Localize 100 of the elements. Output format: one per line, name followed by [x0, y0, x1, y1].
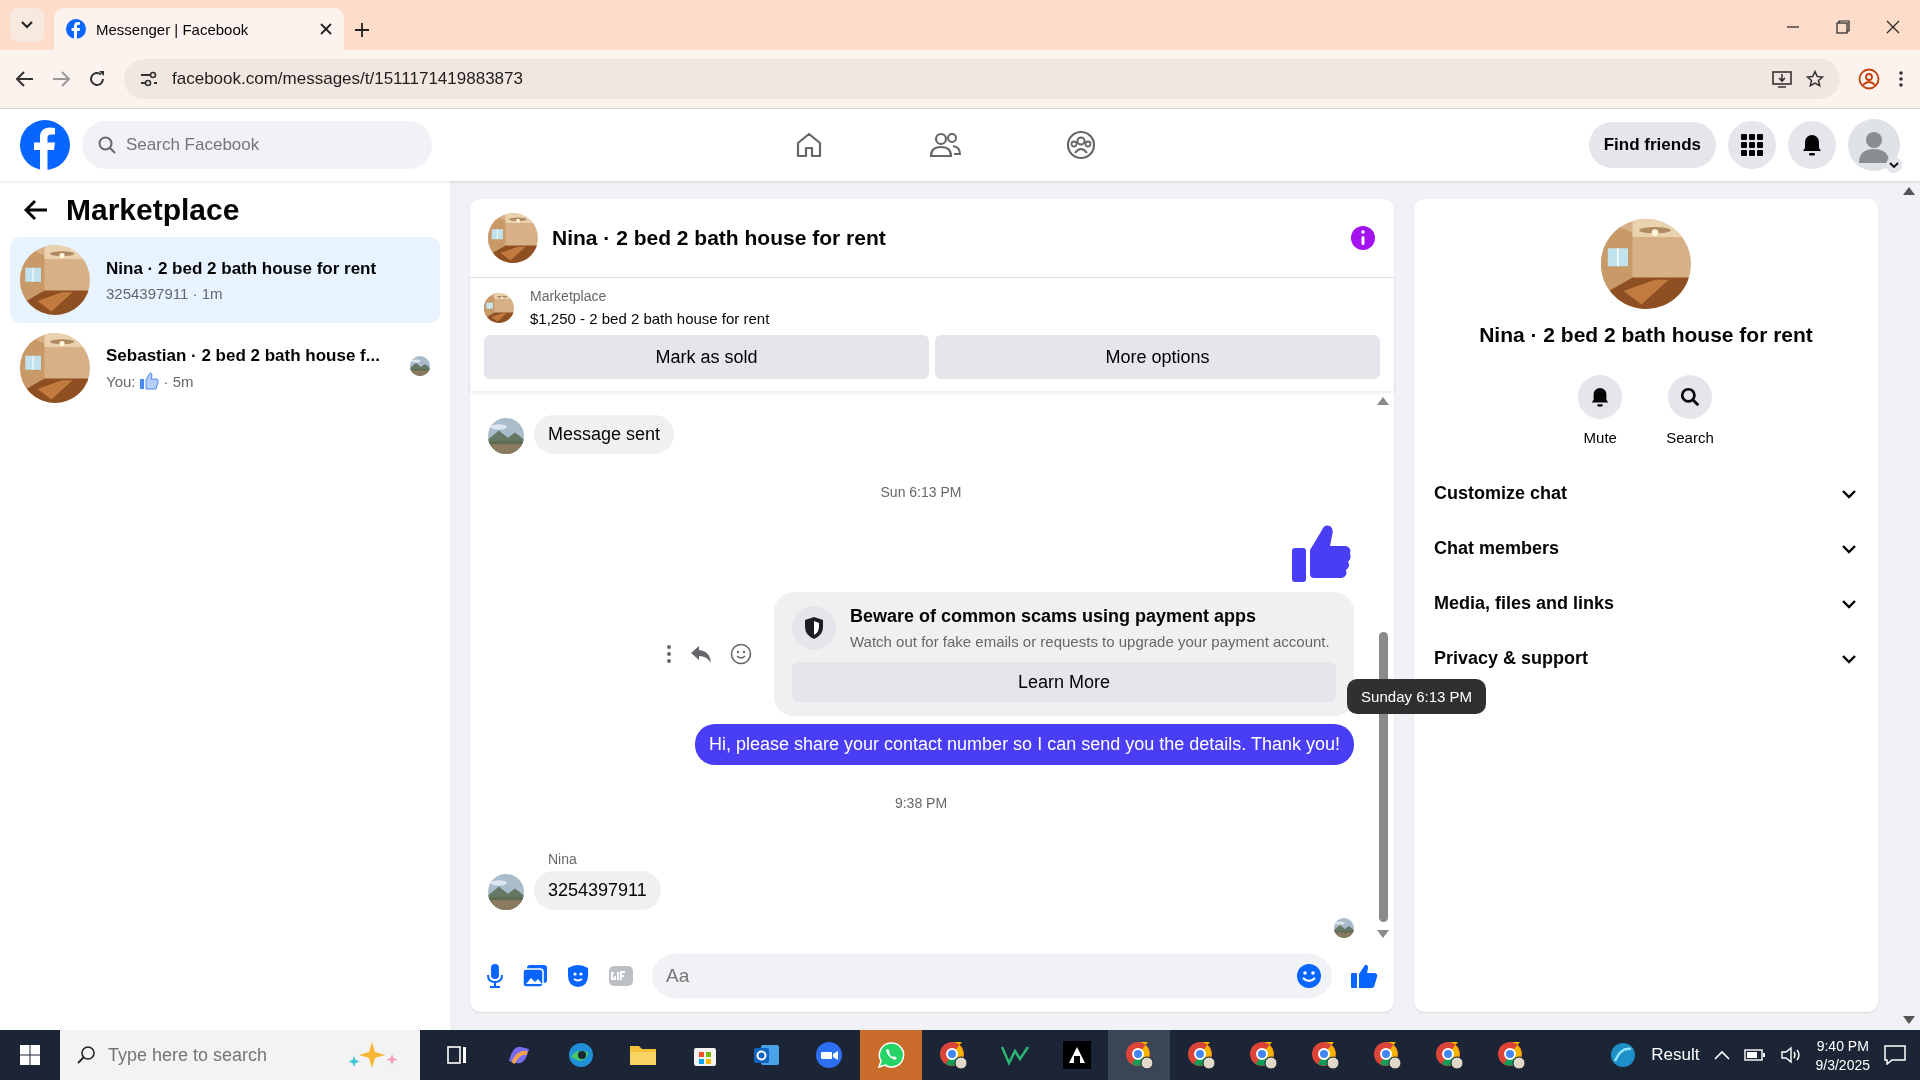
listing-label: Marketplace	[530, 288, 608, 304]
chevron-up-icon[interactable]	[1713, 1050, 1730, 1060]
scroll-down-icon[interactable]	[1903, 1016, 1915, 1024]
conversation-preview: 3254397911 · 1m	[106, 284, 223, 302]
address-bar[interactable]: facebook.com/messages/t/1511171419883873	[124, 59, 1840, 99]
notifications-button[interactable]	[1788, 121, 1836, 169]
weather-icon	[1609, 1041, 1638, 1069]
message-bubble: Hi, please share your contact number so I can send you the details. Thank you!	[694, 724, 1354, 765]
back-icon[interactable]	[24, 199, 48, 221]
browser-icon[interactable]	[1124, 1040, 1154, 1070]
profile-icon[interactable]	[1858, 68, 1880, 90]
notice-text: Watch out for fake emails or requests to upgrade your payment account.	[850, 633, 1330, 650]
chat-icon[interactable]	[876, 1040, 906, 1070]
task-view-icon[interactable]	[446, 1044, 468, 1066]
sticker-icon[interactable]	[566, 964, 590, 988]
notification-icon[interactable]	[1884, 1045, 1906, 1065]
listing-action-button[interactable]: More options	[935, 335, 1380, 379]
learn-more-button[interactable]: Learn More	[792, 662, 1336, 702]
listing-action-button[interactable]: Mark as sold	[484, 335, 929, 379]
conversation-item[interactable]: Nina · 2 bed 2 bath house for rent 3254397911 · 1m	[10, 237, 440, 323]
friends-icon[interactable]	[929, 130, 961, 160]
browser-icon[interactable]	[938, 1040, 968, 1070]
browser-icon[interactable]	[1186, 1040, 1216, 1070]
menu-icon[interactable]	[1898, 70, 1904, 88]
start-icon[interactable]	[20, 1045, 40, 1065]
conversation-preview: You:	[106, 372, 136, 390]
sender-name: Nina	[548, 851, 577, 867]
battery-icon[interactable]	[1743, 1049, 1766, 1061]
find-friends-button[interactable]: Find friends	[1588, 122, 1716, 168]
bell-icon	[1801, 133, 1823, 157]
sidebar-title: Marketplace	[66, 193, 240, 227]
reload-icon[interactable]	[88, 70, 106, 88]
video-icon[interactable]	[815, 1041, 843, 1069]
browser-icon[interactable]	[1496, 1040, 1526, 1070]
shield-icon	[792, 606, 836, 650]
close-icon[interactable]	[320, 23, 332, 35]
mail-icon[interactable]	[753, 1042, 781, 1068]
star-icon[interactable]	[1806, 70, 1824, 88]
message-bubble: Message sent	[534, 415, 675, 454]
reply-icon[interactable]	[690, 644, 712, 664]
message-field[interactable]: Aa	[652, 954, 1332, 998]
emoji-icon[interactable]	[730, 643, 752, 665]
taskbar-search-field[interactable]: Type here to search	[60, 1030, 420, 1080]
facebook-logo-icon[interactable]	[20, 120, 70, 170]
emoji-icon[interactable]	[1296, 963, 1322, 989]
section-header[interactable]: Chat members	[1434, 521, 1858, 576]
weather-label[interactable]: Result	[1651, 1045, 1700, 1065]
search-icon	[76, 1045, 96, 1065]
clock-time[interactable]: 9:40 PM	[1816, 1037, 1869, 1054]
bell-icon	[1590, 386, 1611, 408]
conversation-name: Nina · 2 bed 2 bath house for rent	[106, 258, 378, 279]
browser-icon[interactable]	[1434, 1040, 1464, 1070]
thumbs-up-icon[interactable]	[1350, 963, 1378, 989]
forward-icon[interactable]	[52, 70, 70, 88]
conversation-title: Nina · 2 bed 2 bath house for rent	[1479, 323, 1813, 347]
section-header[interactable]: Media, files and links	[1434, 576, 1858, 631]
search-field[interactable]: Search Facebook	[82, 121, 432, 169]
section-header[interactable]: Customize chat	[1434, 466, 1858, 521]
folder-icon[interactable]	[629, 1043, 657, 1067]
notice-title: Beware of common scams using payment apps	[850, 606, 1258, 627]
conversation-item[interactable]: Sebastian · 2 bed 2 bath house f... You: · 5m	[10, 325, 440, 411]
browser-icon[interactable]	[567, 1041, 595, 1069]
search-icon	[1680, 387, 1700, 407]
more-icon[interactable]	[666, 644, 672, 664]
conversation-name: Sebastian · 2 bed 2 bath house f...	[106, 346, 381, 366]
conversation-preview: · 5m	[163, 372, 194, 390]
groups-icon[interactable]	[1066, 130, 1096, 160]
message-bubble: 3254397911	[534, 871, 661, 910]
scroll-up-icon[interactable]	[1903, 187, 1915, 195]
clock-date[interactable]: 9/3/2025	[1815, 1056, 1870, 1073]
browser-icon[interactable]	[1310, 1040, 1340, 1070]
image-icon[interactable]	[522, 964, 548, 988]
new-tab-icon[interactable]	[354, 22, 370, 38]
install-icon[interactable]	[1772, 70, 1792, 88]
back-icon[interactable]	[16, 70, 34, 88]
scroll-down-icon[interactable]	[1377, 930, 1389, 938]
browser-tab[interactable]: Messenger | Facebook	[54, 8, 344, 50]
microphone-icon[interactable]	[486, 963, 504, 989]
tab-list-button[interactable]	[10, 8, 44, 42]
site-settings-icon[interactable]	[140, 71, 158, 87]
account-button[interactable]	[1848, 119, 1900, 171]
timestamp-tooltip: Sunday 6:13 PM	[1347, 679, 1486, 714]
volume-icon[interactable]	[1779, 1046, 1802, 1064]
close-icon[interactable]	[1886, 20, 1900, 34]
menu-button[interactable]	[1728, 121, 1776, 169]
home-icon[interactable]	[794, 130, 824, 160]
tab-title: Messenger | Facebook	[96, 20, 250, 38]
browser-icon[interactable]	[1372, 1040, 1402, 1070]
thumbs-up-icon	[139, 372, 160, 390]
chevron-down-icon	[1886, 157, 1902, 173]
restore-icon[interactable]	[1836, 20, 1850, 34]
chevron-down-icon	[20, 20, 34, 30]
apps-grid-icon	[1741, 134, 1763, 156]
scroll-up-icon[interactable]	[1377, 397, 1389, 405]
message-timestamp: 9:38 PM	[894, 795, 948, 811]
browser-icon[interactable]	[1248, 1040, 1278, 1070]
chat-title: Nina · 2 bed 2 bath house for rent	[552, 226, 887, 250]
listing-title: $1,250 - 2 bed 2 bath house for rent	[530, 310, 770, 327]
message-timestamp: Sun 6:13 PM	[880, 484, 962, 500]
info-icon[interactable]	[1350, 225, 1376, 251]
